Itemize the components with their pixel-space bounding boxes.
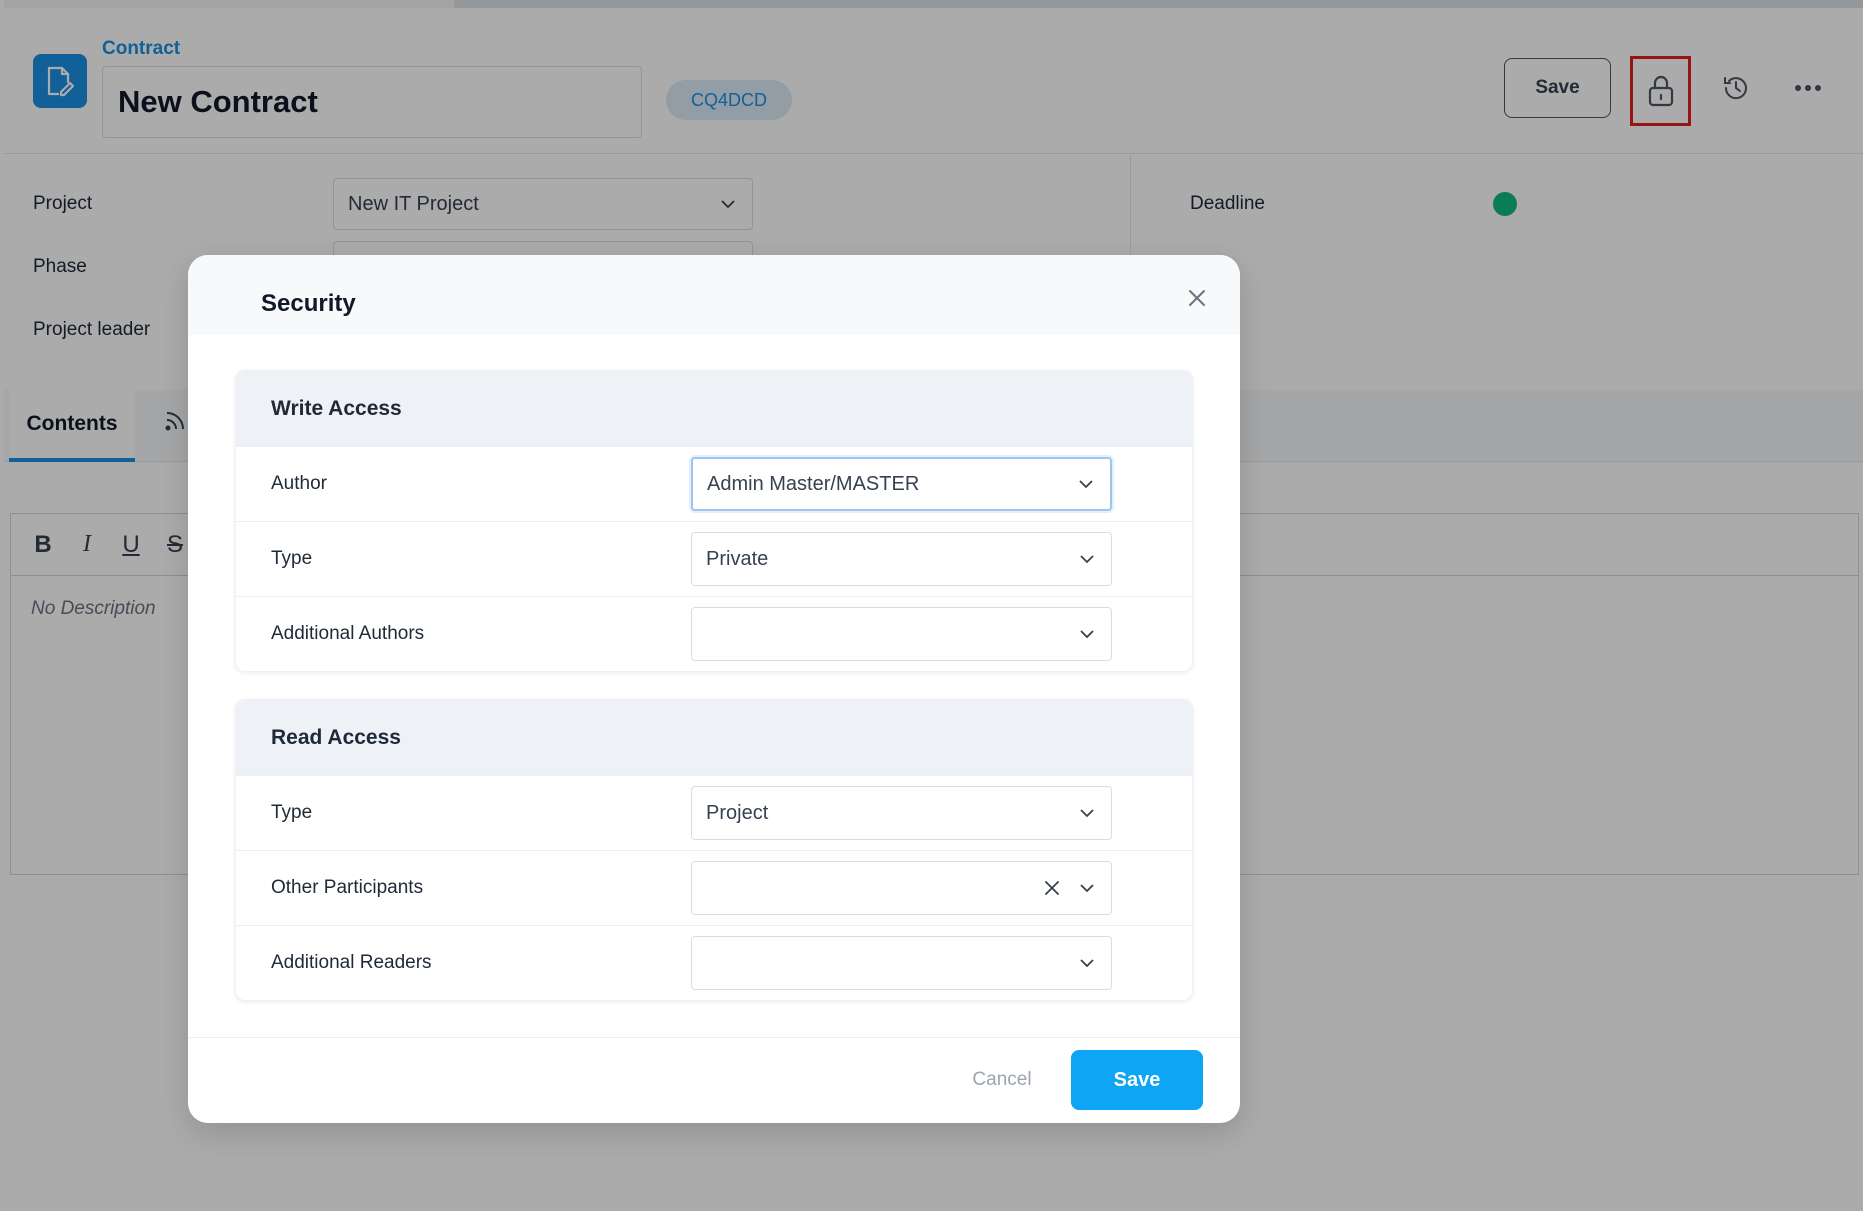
additional-readers-label: Additional Readers — [271, 952, 432, 973]
chevron-down-icon — [1080, 630, 1094, 639]
additional-authors-label: Additional Authors — [271, 623, 425, 644]
chevron-down-icon — [1080, 884, 1094, 893]
author-label: Author — [271, 473, 327, 494]
author-value: Admin Master/MASTER — [707, 472, 920, 495]
write-type-label: Type — [271, 548, 313, 569]
read-type-select[interactable]: Project — [691, 786, 1112, 840]
additional-readers-select[interactable] — [691, 936, 1112, 990]
cancel-button[interactable]: Cancel — [948, 1050, 1056, 1110]
read-type-value: Project — [706, 801, 769, 824]
additional-readers-row: Additional Readers — [236, 925, 1192, 1000]
close-button[interactable] — [1182, 283, 1212, 313]
chevron-down-icon — [1079, 480, 1093, 489]
close-icon — [1189, 290, 1205, 306]
security-dialog: Security Write Access Author Admin Maste… — [188, 255, 1240, 1123]
write-access-heading: Write Access — [236, 371, 1192, 446]
dialog-footer: Cancel Save — [188, 1037, 1240, 1123]
dialog-save-button[interactable]: Save — [1071, 1050, 1203, 1110]
author-row: Author Admin Master/MASTER — [236, 446, 1192, 521]
write-type-select[interactable]: Private — [691, 532, 1112, 586]
chevron-down-icon — [1080, 809, 1094, 818]
dialog-title: Security — [261, 290, 356, 317]
write-type-value: Private — [706, 547, 769, 570]
author-select[interactable]: Admin Master/MASTER — [691, 457, 1112, 511]
other-participants-row: Other Participants — [236, 850, 1192, 925]
other-participants-select[interactable] — [691, 861, 1112, 915]
write-type-row: Type Private — [236, 521, 1192, 596]
clear-icon[interactable] — [1045, 881, 1059, 895]
additional-authors-row: Additional Authors — [236, 596, 1192, 671]
chevron-down-icon — [1080, 555, 1094, 564]
dialog-header: Security — [188, 255, 1240, 335]
other-participants-label: Other Participants — [271, 877, 424, 898]
read-type-row: Type Project — [236, 775, 1192, 850]
read-type-label: Type — [271, 802, 313, 823]
chevron-down-icon — [1080, 959, 1094, 968]
read-access-heading: Read Access — [236, 700, 1192, 775]
additional-authors-select[interactable] — [691, 607, 1112, 661]
write-access-section: Write Access Author Admin Master/MASTER … — [235, 370, 1193, 672]
read-access-section: Read Access Type Project Other Participa… — [235, 699, 1193, 1001]
